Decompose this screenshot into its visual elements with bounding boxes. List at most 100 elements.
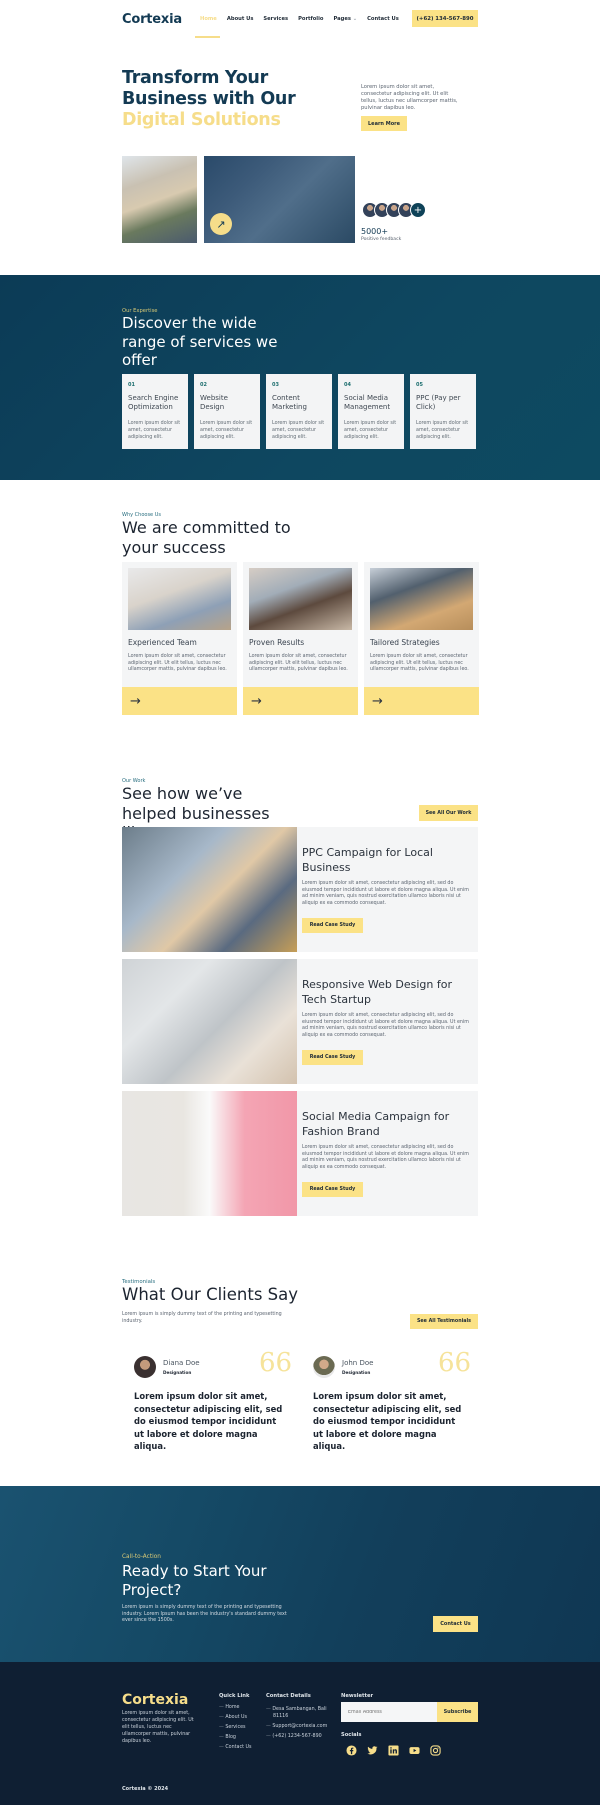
case-study-item: Social Media Campaign for Fashion Brand …	[122, 1091, 478, 1216]
quote-icon: 66	[438, 1348, 472, 1378]
services-section: Our Expertise Discover the wide range of…	[0, 275, 600, 480]
cta-section: Call-to-Action Ready to Start Your Proje…	[0, 1486, 600, 1662]
client-avatars: +	[362, 202, 426, 218]
cta-description: Lorem ipsum is simply dummy text of the …	[122, 1605, 287, 1624]
subscribe-button[interactable]: Subscribe	[437, 1702, 478, 1722]
case-study-item: PPC Campaign for Local Business Lorem ip…	[122, 827, 478, 952]
case-study-title: Social Media Campaign for Fashion Brand	[302, 1110, 450, 1138]
service-card[interactable]: 04 Social Media Management Lorem ipsum d…	[338, 374, 404, 449]
service-name: PPC (Pay per Click)	[416, 394, 461, 411]
contact-us-button[interactable]: Contact Us	[433, 1616, 478, 1632]
why-card: Experienced Team Lorem ipsum dolor sit a…	[122, 562, 237, 715]
contact-details: Desa Sambangan, Bali 81116 Support@corte…	[266, 1706, 336, 1743]
testimonial-text: Lorem ipsum dolor sit amet, consectetur …	[313, 1391, 462, 1451]
team-image	[128, 568, 231, 630]
service-name: Website Design	[200, 394, 228, 411]
why-card-description: Lorem ipsum dolor sit amet, consectetur …	[370, 654, 469, 672]
hero-title: Transform Your Business with Our Digital…	[122, 68, 296, 131]
testimonials-title: What Our Clients Say	[122, 1285, 299, 1304]
arrow-right-icon[interactable]: →	[122, 687, 237, 715]
testimonial-designation: Designation	[163, 1370, 192, 1375]
service-card[interactable]: 01 Search Engine Optimization Lorem ipsu…	[122, 374, 188, 449]
arrow-right-icon[interactable]: →	[243, 687, 358, 715]
learn-more-button[interactable]: Learn More	[361, 116, 407, 131]
case-study-body: Responsive Web Design for Tech Startup L…	[302, 977, 472, 1065]
service-name: Social Media Management	[344, 394, 391, 411]
nav-about[interactable]: About Us	[227, 16, 254, 22]
service-name: Content Marketing	[272, 394, 307, 411]
nav-portfolio[interactable]: Portfolio	[298, 16, 323, 22]
instagram-icon[interactable]	[430, 1745, 441, 1756]
case-study-body: Social Media Campaign for Fashion Brand …	[302, 1109, 472, 1197]
footer-link-services[interactable]: Services	[219, 1723, 252, 1733]
linkedin-icon[interactable]	[388, 1745, 399, 1756]
service-card[interactable]: 02 Website Design Lorem ipsum dolor sit …	[194, 374, 260, 449]
service-name: Search Engine Optimization	[128, 394, 179, 411]
why-card: Tailored Strategies Lorem ipsum dolor si…	[364, 562, 479, 715]
service-description: Lorem ipsum dolor sit amet, consectetur …	[416, 421, 469, 440]
chevron-down-icon: ⌄	[352, 16, 358, 22]
case-study-description: Lorem ipsum dolor sit amet, consectetur …	[302, 881, 469, 906]
feedback-label: Positive feedback	[361, 237, 402, 242]
logo[interactable]: Cortexia	[122, 12, 182, 27]
see-all-work-button[interactable]: See All Our Work	[419, 805, 478, 821]
phone-button[interactable]: (+62) 134-567-890	[412, 10, 478, 27]
cta-title-text: Ready to Start Your Project?	[122, 1562, 267, 1599]
footer-description: Lorem ipsum dolor sit amet, consectetur …	[122, 1711, 194, 1744]
service-card[interactable]: 03 Content Marketing Lorem ipsum dolor s…	[266, 374, 332, 449]
arrow-up-right-icon[interactable]: ↗	[210, 213, 232, 235]
why-card-title: Proven Results	[249, 638, 305, 647]
quick-link-heading: Quick Link	[219, 1693, 250, 1699]
avatar	[313, 1356, 335, 1378]
read-case-study-button[interactable]: Read Case Study	[302, 1182, 363, 1197]
feedback-count: 5000+	[361, 227, 389, 236]
case-study-item: Responsive Web Design for Tech Startup L…	[122, 959, 478, 1084]
newsletter-email-input[interactable]	[341, 1702, 437, 1722]
nav-pages[interactable]: Pages ⌄	[333, 16, 357, 22]
contact-email[interactable]: Support@cortexia.com	[266, 1723, 336, 1730]
contact-heading: Contact Details	[266, 1693, 311, 1699]
plus-icon[interactable]: +	[410, 202, 426, 218]
case-study-description: Lorem ipsum dolor sit amet, consectetur …	[302, 1145, 469, 1170]
footer-link-blog[interactable]: Blog	[219, 1733, 252, 1743]
services-title-text: Discover the wide range of services we o…	[122, 314, 278, 369]
nav-services[interactable]: Services	[263, 16, 288, 22]
testimonial-name: John Doe	[342, 1359, 374, 1367]
services-title: Discover the wide range of services we o…	[122, 314, 292, 370]
quick-links: Home About Us Services Blog Contact Us	[219, 1703, 252, 1753]
service-description: Lorem ipsum dolor sit amet, consectetur …	[200, 421, 253, 440]
contact-address: Desa Sambangan, Bali 81116	[266, 1706, 336, 1720]
services-list: 01 Search Engine Optimization Lorem ipsu…	[122, 374, 476, 449]
service-number: 03	[272, 382, 279, 388]
testimonial-designation: Designation	[342, 1370, 371, 1375]
hero-team-image	[122, 156, 197, 243]
footer-logo[interactable]: Cortexia	[122, 1692, 188, 1708]
see-all-testimonials-button[interactable]: See All Testimonials	[410, 1314, 478, 1329]
cta-title: Ready to Start Your Project?	[122, 1562, 282, 1600]
footer-link-home[interactable]: Home	[219, 1703, 252, 1713]
testimonials-subtitle: Lorem ipsum is simply dummy text of the …	[122, 1312, 282, 1324]
why-card-description: Lorem ipsum dolor sit amet, consectetur …	[128, 654, 227, 672]
nav-home[interactable]: Home	[200, 16, 217, 22]
youtube-icon[interactable]	[409, 1745, 420, 1756]
read-case-study-button[interactable]: Read Case Study	[302, 1050, 363, 1065]
footer-link-about[interactable]: About Us	[219, 1713, 252, 1723]
read-case-study-button[interactable]: Read Case Study	[302, 918, 363, 933]
service-number: 01	[128, 382, 135, 388]
site-header: Cortexia Home About Us Services Portfoli…	[0, 0, 600, 40]
footer-link-contact[interactable]: Contact Us	[219, 1743, 251, 1753]
nav-contact[interactable]: Contact Us	[367, 16, 399, 22]
why-card: Proven Results Lorem ipsum dolor sit ame…	[243, 562, 358, 715]
arrow-right-icon[interactable]: →	[364, 687, 479, 715]
why-card-description: Lorem ipsum dolor sit amet, consectetur …	[249, 654, 348, 672]
contact-phone[interactable]: (+62) 1234-567-890	[266, 1733, 336, 1740]
strategy-image	[370, 568, 473, 630]
service-description: Lorem ipsum dolor sit amet, consectetur …	[272, 421, 325, 440]
case-study-image	[122, 1091, 297, 1216]
why-card-title: Tailored Strategies	[370, 638, 440, 647]
testimonial-name: Diana Doe	[163, 1359, 200, 1367]
facebook-icon[interactable]	[346, 1745, 357, 1756]
hero-title-line2: Business with Our	[122, 89, 296, 109]
service-card[interactable]: 05 PPC (Pay per Click) Lorem ipsum dolor…	[410, 374, 476, 449]
twitter-icon[interactable]	[367, 1745, 378, 1756]
